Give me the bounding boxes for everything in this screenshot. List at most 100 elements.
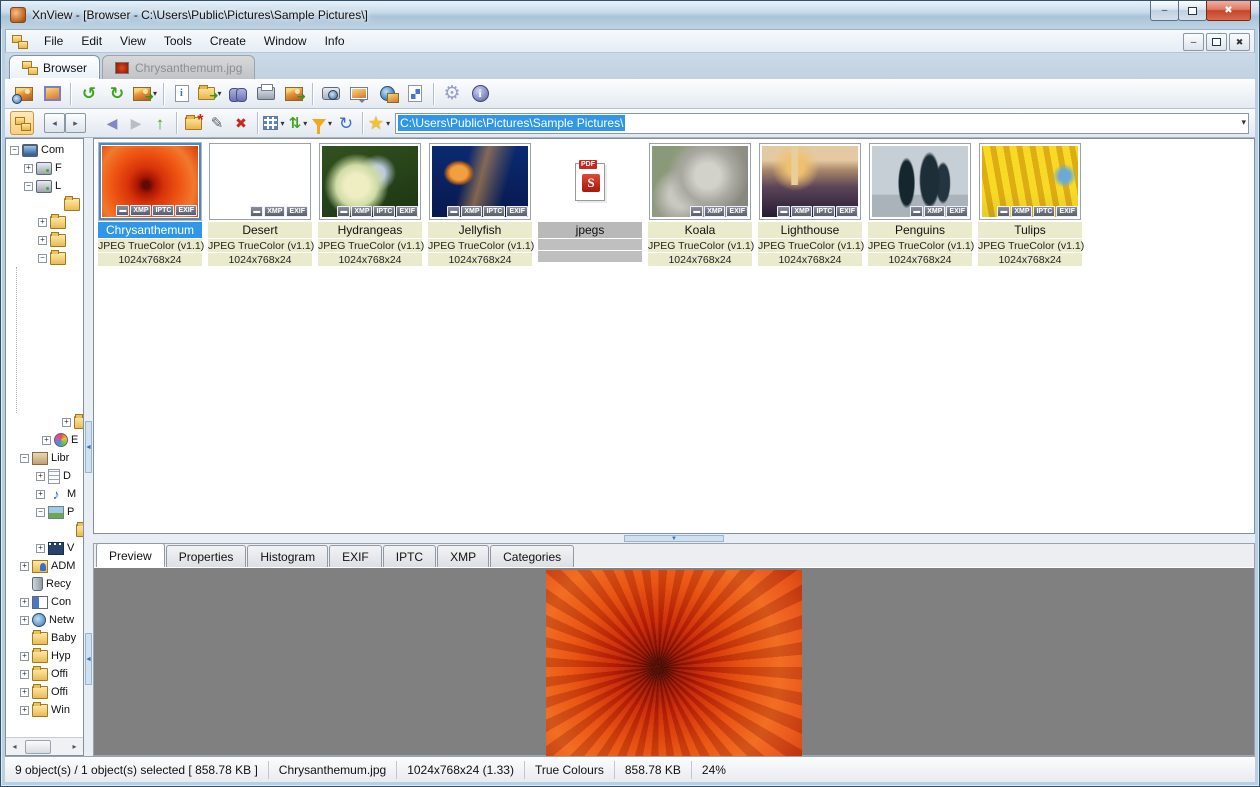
thumbnail-desert[interactable]: ▬XMPEXIF Desert JPEG TrueColor (v1.1) 10… [208,143,312,267]
slideshow-button[interactable] [345,81,373,107]
tab-preview[interactable]: Preview [96,543,165,567]
sort-dropdown-icon[interactable]: ▾ [303,119,307,128]
thumbnail-hydrangeas[interactable]: ▬XMPIPTCEXIF Hydrangeas JPEG TrueColor (… [318,143,422,267]
expander-plus-icon[interactable]: + [20,616,29,625]
new-folder-button[interactable]: * [181,111,205,135]
contact-sheet-button[interactable] [401,81,429,107]
tree-item-folder[interactable] [6,195,83,213]
back-button[interactable]: ◀ [100,111,124,135]
tree-item-music[interactable]: +♪M [6,485,83,503]
tree-item-recycle-bin[interactable]: Recy [6,575,83,593]
tab-histogram[interactable]: Histogram [247,545,328,567]
expander-plus-icon[interactable]: + [24,164,33,173]
tab-properties[interactable]: Properties [166,545,247,567]
splitter-collapse-handle[interactable]: ◄ [85,633,92,685]
tree-item-network[interactable]: +Netw [6,611,83,629]
view-image-button[interactable] [10,81,38,107]
scroll-left-icon[interactable]: ◂ [6,739,23,755]
tab-chrysanthemum[interactable]: Chrysanthemum.jpg [102,55,255,79]
thumbnail-image[interactable]: ▬XMPIPTCEXIF [759,143,861,220]
file-thumbnail[interactable]: PDF S [539,143,641,220]
forward-button[interactable]: ▶ [124,111,148,135]
settings-button[interactable]: ⚙ [438,81,466,107]
convert-button[interactable]: ➜▾ [131,81,159,107]
thumbnail-name[interactable]: Jellyfish [428,222,532,239]
tree-item-folder-hyp[interactable]: +Hyp [6,647,83,665]
expander-plus-icon[interactable]: + [20,706,29,715]
splitter-collapse-handle[interactable]: ▼ [624,535,724,542]
preview-image[interactable] [546,570,802,757]
print-button[interactable] [252,81,280,107]
tree-item-control-panel[interactable]: +Con [6,593,83,611]
filter-dropdown-icon[interactable]: ▾ [328,119,332,128]
search-button[interactable] [224,81,252,107]
expander-plus-icon[interactable]: + [20,598,29,607]
tab-categories[interactable]: Categories [490,545,574,567]
tree-item-folder[interactable] [6,521,83,539]
tab-iptc[interactable]: IPTC [383,545,436,567]
tree-item-videos[interactable]: +V [6,539,83,557]
menu-view[interactable]: View [111,31,155,51]
expander-plus-icon[interactable]: + [36,544,45,553]
address-dropdown-icon[interactable]: ▾ [1241,117,1246,128]
rotate-left-button[interactable]: ↺ [75,81,103,107]
expander-minus-icon[interactable]: − [20,454,29,463]
thumbnail-name[interactable]: Tulips [978,222,1082,239]
close-button[interactable]: ✖ [1206,1,1251,21]
pane-right-button[interactable]: ▸ [65,113,86,133]
splitter-collapse-handle[interactable]: ◄ [85,421,92,473]
mdi-close-button[interactable]: ✖ [1229,33,1250,51]
title-bar[interactable]: XnView - [Browser - C:\Users\Public\Pict… [1,1,1259,29]
up-button[interactable]: ↑ [148,111,172,135]
view-mode-dropdown-icon[interactable]: ▾ [280,119,284,128]
folders-pane-toggle[interactable] [10,111,34,135]
tab-xmp[interactable]: XMP [437,545,489,567]
tree-item-drive-a[interactable]: +F [6,159,83,177]
expander-plus-icon[interactable]: + [20,562,29,571]
scrollbar-thumb[interactable] [25,740,51,754]
rotate-right-button[interactable]: ↻ [103,81,131,107]
expander-minus-icon[interactable]: − [24,182,33,191]
thumbnail-tulips[interactable]: ▬XMPIPTCEXIF Tulips JPEG TrueColor (v1.1… [978,143,1082,267]
thumbnail-name[interactable]: Lighthouse [758,222,862,239]
maximize-button[interactable] [1178,1,1207,21]
refresh-button[interactable]: ↻ [334,111,358,135]
minimize-button[interactable]: – [1150,1,1179,21]
thumbnail-panel[interactable]: ▬XMPIPTCEXIF Chrysanthemum JPEG TrueColo… [93,138,1255,534]
address-bar[interactable]: C:\Users\Public\Pictures\Sample Pictures… [395,113,1249,134]
mdi-minimize-button[interactable]: – [1183,33,1204,51]
tab-browser[interactable]: Browser [9,55,100,79]
expander-plus-icon[interactable]: + [42,436,51,445]
expander-plus-icon[interactable]: + [62,418,71,427]
menu-file[interactable]: File [35,31,72,51]
menu-create[interactable]: Create [201,31,255,51]
favorites-dropdown-icon[interactable]: ▾ [386,119,390,128]
thumbnail-image[interactable]: ▬XMPEXIF [649,143,751,220]
thumbnail-image[interactable]: ▬XMPEXIF [869,143,971,220]
tree-item-folder-office2[interactable]: +Offi [6,683,83,701]
about-button[interactable]: i [466,81,494,107]
expander-plus-icon[interactable]: + [20,670,29,679]
web-page-button[interactable] [373,81,401,107]
thumbnail-image[interactable]: ▬XMPIPTCEXIF [429,143,531,220]
expander-plus-icon[interactable]: + [36,472,45,481]
thumbnail-penguins[interactable]: ▬XMPEXIF Penguins JPEG TrueColor (v1.1) … [868,143,972,267]
expander-plus-icon[interactable]: + [38,218,47,227]
thumbnail-name[interactable]: jpegs [538,222,642,239]
menu-info[interactable]: Info [316,31,354,51]
tree-item-computer[interactable]: −Com [6,141,83,159]
tree-item-libraries[interactable]: −Libr [6,449,83,467]
thumbnail-koala[interactable]: ▬XMPEXIF Koala JPEG TrueColor (v1.1) 102… [648,143,752,267]
tree-splitter[interactable]: ◄ ◄ [84,138,93,756]
thumbnail-name[interactable]: Desert [208,222,312,239]
thumbnail-image[interactable]: ▬XMPIPTCEXIF [319,143,421,220]
tree-item-folder-win[interactable]: +Win [6,701,83,719]
capture-button[interactable] [317,81,345,107]
pane-left-button[interactable]: ◂ [44,113,65,133]
menu-edit[interactable]: Edit [72,31,111,51]
thumbnail-image-selected[interactable]: ▬XMPIPTCEXIF [99,143,201,220]
expander-plus-icon[interactable]: + [20,652,29,661]
tree-item-cd-drive[interactable]: +E [6,431,83,449]
thumbnail-name[interactable]: Penguins [868,222,972,239]
properties-button[interactable]: i [168,81,196,107]
